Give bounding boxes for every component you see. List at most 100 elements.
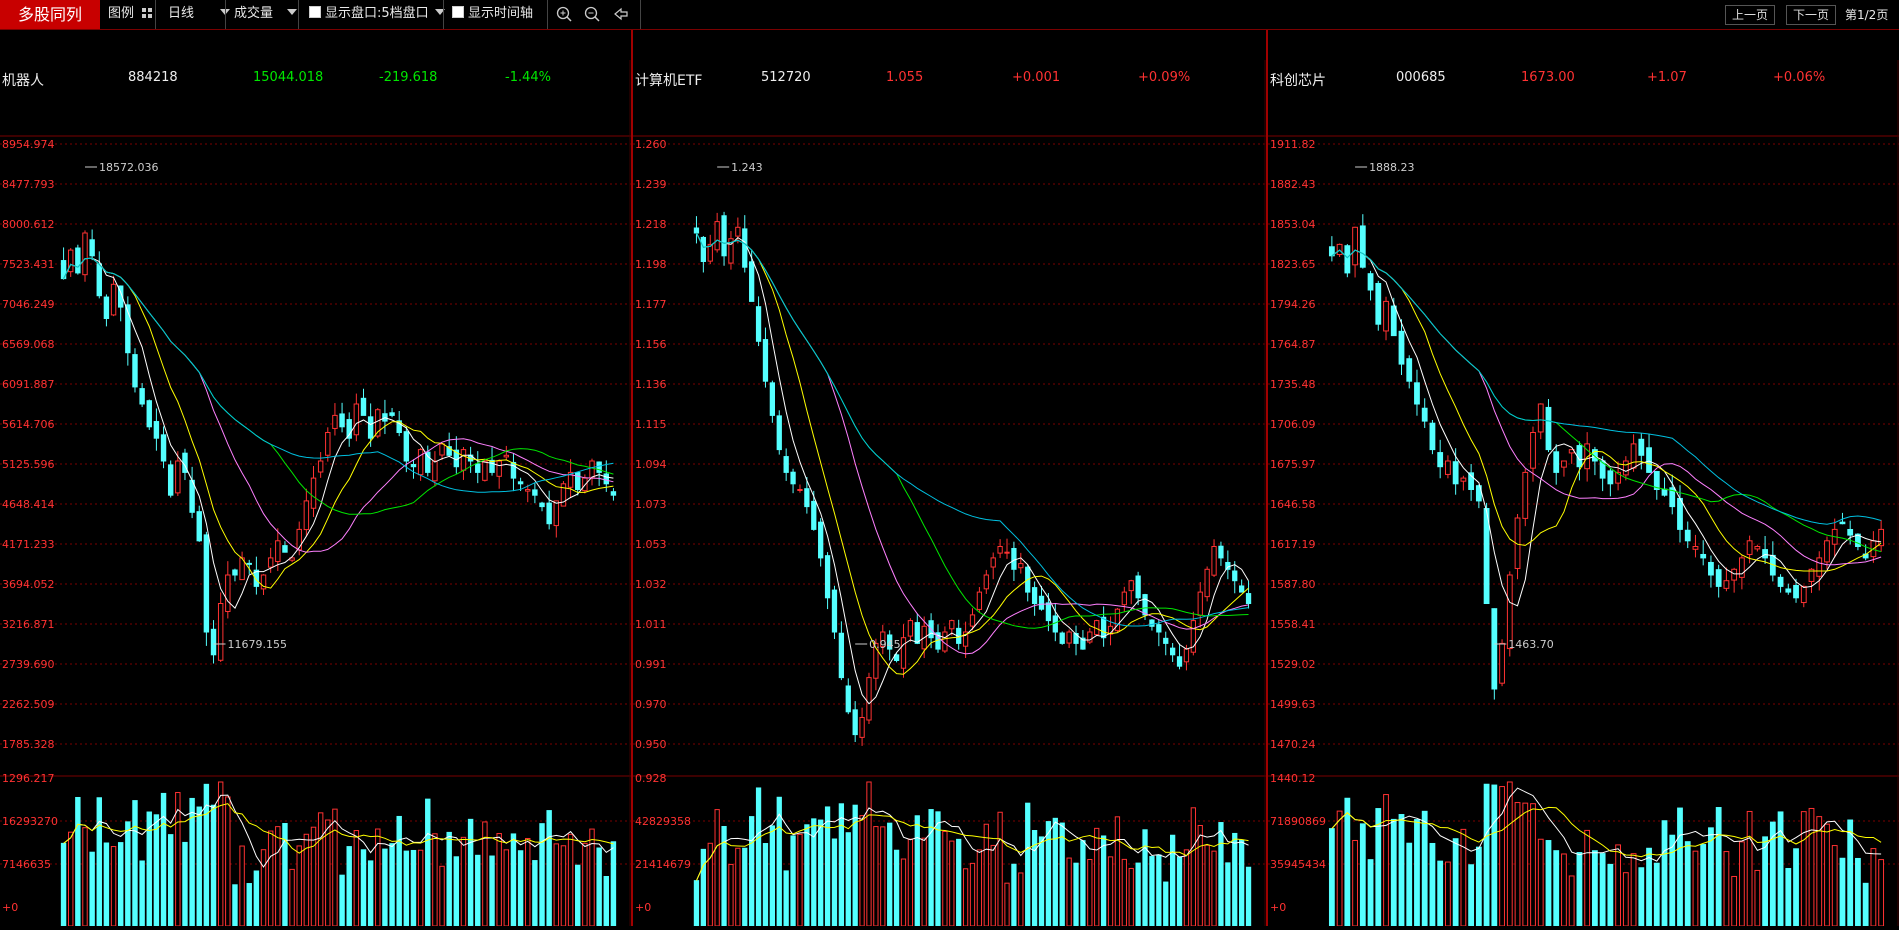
volume-bar — [1839, 857, 1846, 927]
volume-bar — [1218, 822, 1224, 927]
volume-bar — [804, 824, 810, 927]
volume-bar — [525, 837, 531, 927]
show-time-axis-toggle[interactable]: 显示时间轴 — [452, 2, 533, 26]
prev-page-button[interactable]: 上一页 — [1725, 5, 1776, 25]
candle — [783, 456, 789, 473]
candle — [762, 339, 769, 382]
kline-chart[interactable]: 1.260 1.239 1.218 1.198 1.177 1.156 1.136 1.115… — [633, 30, 1266, 927]
volume-tick-label: +0 — [2, 901, 18, 914]
candle — [1066, 631, 1072, 644]
volume-bar — [880, 826, 886, 927]
volume-bar — [132, 800, 138, 927]
candle — [332, 414, 338, 429]
back-icon[interactable] — [612, 5, 630, 23]
volume-bar — [1491, 784, 1498, 927]
candle — [1414, 382, 1420, 405]
volume-bar — [1176, 856, 1183, 927]
volume-bar — [1135, 862, 1141, 927]
stock-panel-computer-etf[interactable]: 计算机ETF 512720 1.055 +0.001 +0.09% 1.260 1… — [633, 30, 1266, 927]
volume-bar — [1197, 824, 1203, 927]
show-time-axis-label: 显示时间轴 — [468, 6, 534, 21]
next-page-button[interactable]: 下一页 — [1786, 5, 1837, 25]
volume-bar — [1769, 821, 1776, 927]
candle — [1245, 593, 1252, 604]
candle — [1059, 632, 1065, 644]
stock-code: 000685 — [1396, 70, 1446, 85]
zoom-in-icon[interactable] — [555, 5, 573, 23]
volume-bar — [1793, 848, 1799, 927]
volume-bar — [417, 849, 424, 927]
volume-bar — [1800, 811, 1807, 927]
legend-button[interactable]: 图例 — [108, 2, 153, 26]
volume-bar — [818, 819, 824, 927]
toolbar: 多股同列 图例 日线 成交量 显示盘口:5档盘口 显示时间轴 上一页 下一页 第… — [0, 0, 1899, 30]
candle — [1661, 488, 1668, 496]
price-tick-label: 4648.414 — [2, 498, 55, 511]
candle — [776, 415, 782, 451]
price-tick-label: 1823.65 — [1270, 258, 1316, 271]
price-tick-label: 8477.793 — [2, 178, 55, 191]
candle — [1239, 585, 1245, 593]
volume-tick-label: 1296.217 — [2, 772, 55, 785]
volume-bar — [1553, 850, 1560, 927]
candle — [1530, 432, 1536, 469]
price-tick-label: 7523.431 — [2, 258, 55, 271]
candle — [589, 460, 595, 479]
candle — [1824, 540, 1830, 563]
candle — [575, 472, 581, 491]
candle — [1352, 226, 1358, 266]
show-quote-toggle[interactable]: 显示盘口:5档盘口 — [309, 2, 445, 26]
volume-bar — [1367, 859, 1374, 927]
candle — [1197, 591, 1203, 616]
volume-bar — [1142, 829, 1148, 927]
candle — [410, 464, 417, 468]
period-select[interactable]: 日线 — [168, 2, 231, 26]
price-tick-label: 1.094 — [635, 458, 667, 471]
candle — [489, 459, 495, 473]
candle — [1383, 300, 1389, 332]
volume-bar — [1211, 850, 1217, 927]
candle — [217, 603, 224, 661]
stock-panel-robot[interactable]: 机器人 884218 15044.018 -219.618 -1.44% 895… — [0, 30, 633, 927]
candle — [160, 434, 167, 462]
candle — [1700, 553, 1707, 559]
volume-bar — [289, 868, 295, 927]
volume-bar — [1045, 821, 1052, 927]
checkbox-icon[interactable] — [309, 6, 321, 18]
indicator-select[interactable]: 成交量 — [234, 2, 298, 26]
candle — [275, 540, 281, 563]
volume-bar — [367, 860, 374, 927]
volume-bar — [467, 818, 474, 927]
candle — [1004, 551, 1010, 554]
kline-chart[interactable]: 8954.974 8477.793 8000.612 7523.431 7046.249… — [0, 30, 631, 927]
candle — [503, 454, 510, 458]
checkbox-icon[interactable] — [452, 6, 464, 18]
volume-bar — [762, 843, 769, 927]
candle — [232, 569, 238, 576]
candle — [139, 388, 145, 405]
volume-bar — [859, 815, 865, 927]
high-price-label: 1.243 — [731, 161, 763, 174]
volume-bar — [1452, 838, 1459, 927]
volume-bar — [866, 781, 872, 927]
volume-bar — [1468, 864, 1475, 927]
volume-bar — [110, 846, 117, 927]
price-tick-label: 1735.48 — [1270, 378, 1316, 391]
candle — [1754, 546, 1761, 550]
volume-bar — [1816, 816, 1823, 927]
candle — [167, 464, 174, 496]
candle — [852, 709, 858, 736]
stock-panel-sci-chip[interactable]: 科创芯片 000685 1673.00 +1.07 +0.06% 1911.82… — [1268, 30, 1899, 927]
volume-bar — [1149, 856, 1155, 927]
volume-bar — [496, 833, 502, 927]
price-tick-label: 1.156 — [635, 338, 667, 351]
volume-bar — [1824, 823, 1830, 927]
candle — [1018, 563, 1024, 569]
volume-bar — [1777, 811, 1784, 927]
volume-bar — [1011, 863, 1017, 927]
kline-chart[interactable]: 1911.82 1882.43 1853.04 1823.65 1794.26 1764.… — [1268, 30, 1899, 927]
volume-bar — [1475, 846, 1482, 927]
stock-name: 计算机ETF — [635, 73, 703, 89]
zoom-out-icon[interactable] — [583, 5, 601, 23]
show-quote-label: 显示盘口:5档盘口 — [325, 6, 429, 21]
